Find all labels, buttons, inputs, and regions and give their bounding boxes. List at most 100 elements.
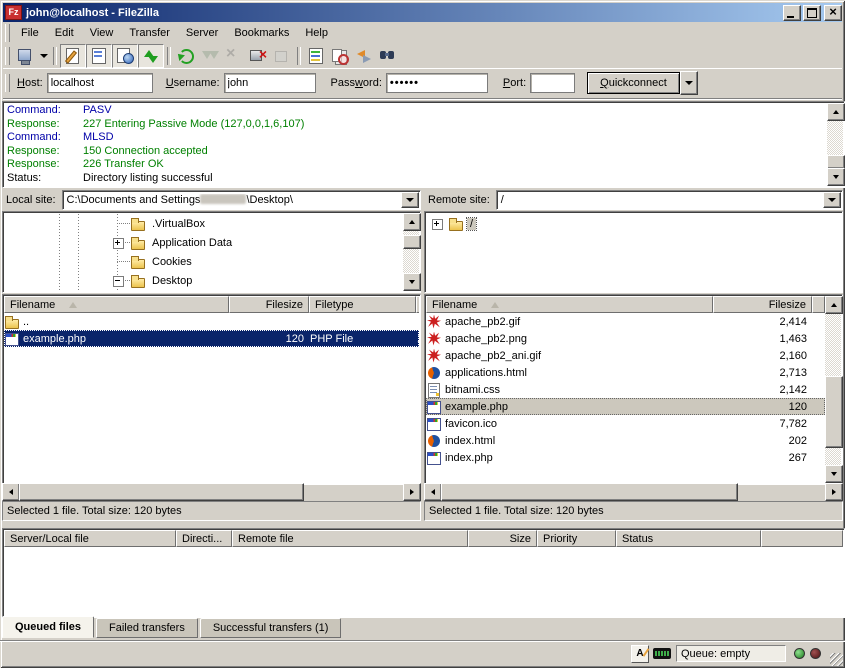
remote-site-dropdown-button[interactable]	[823, 192, 841, 208]
file-row[interactable]: apache_pb2.gif2,414	[426, 313, 825, 330]
tree-item[interactable]: Application Data	[5, 233, 418, 252]
menu-item-view[interactable]: View	[82, 25, 122, 41]
file-row[interactable]: index.html202	[426, 432, 825, 449]
refresh-button[interactable]	[174, 45, 198, 67]
queue-column-remotefile[interactable]: Remote file	[232, 530, 468, 547]
password-input[interactable]	[386, 73, 488, 93]
file-row[interactable]: applications.html2,713	[426, 364, 825, 381]
tab-queued-files[interactable]: Queued files	[2, 616, 94, 638]
column-header-filetype[interactable]: Filetype	[309, 296, 416, 313]
reconnect-button[interactable]	[270, 45, 294, 67]
file-cell-name: example.php	[4, 330, 229, 347]
toolbar-gripper[interactable]	[5, 47, 10, 65]
find-button[interactable]	[376, 45, 400, 67]
toggle-local-tree-icon	[90, 47, 108, 65]
local-file-list: FilenameFilesizeFiletypeL ..example.php1…	[2, 294, 421, 485]
file-row[interactable]: index.php267	[426, 449, 825, 466]
file-cell-text: applications.html	[445, 367, 527, 379]
menu-item-bookmarks[interactable]: Bookmarks	[226, 25, 297, 41]
remote-hscrollbar[interactable]	[424, 483, 843, 499]
file-row[interactable]: bitnami.css2,142	[426, 381, 825, 398]
file-cell-text: apache_pb2.png	[445, 333, 527, 345]
quickconnect-dropdown-button[interactable]	[680, 71, 698, 95]
close-button[interactable]	[824, 5, 842, 21]
queue-column-serverlocalfile[interactable]: Server/Local file	[4, 530, 176, 547]
tree-item[interactable]: Cookies	[5, 252, 418, 271]
transfer-type-icon[interactable]: A	[631, 645, 649, 663]
column-header-filename[interactable]: Filename	[426, 296, 713, 313]
filter-button[interactable]	[304, 45, 328, 67]
file-row[interactable]: favicon.ico7,782	[426, 415, 825, 432]
tree-item[interactable]: Desktop	[5, 271, 418, 290]
title-bar[interactable]: Fz john@localhost - FileZilla	[3, 3, 842, 22]
file-cell-text: apache_pb2.gif	[445, 316, 520, 328]
column-header-filename[interactable]: Filename	[4, 296, 229, 313]
queue-column-directi[interactable]: Directi...	[176, 530, 232, 547]
column-header-filesize[interactable]: Filesize	[229, 296, 309, 313]
port-input[interactable]	[530, 73, 575, 93]
expand-icon[interactable]	[432, 219, 443, 230]
queue-column-status[interactable]: Status	[616, 530, 761, 547]
encryption-status-icon[interactable]	[653, 648, 671, 659]
compare-button[interactable]	[328, 45, 352, 67]
toggle-message-log-button[interactable]	[60, 44, 86, 68]
disconnect-button[interactable]	[246, 45, 270, 67]
process-queue-button[interactable]	[198, 45, 222, 67]
file-row[interactable]: example.php120	[426, 398, 825, 415]
column-header-filesize[interactable]: Filesize	[713, 296, 812, 313]
menu-item-help[interactable]: Help	[297, 25, 336, 41]
quickconnect-button[interactable]: Quickconnect	[587, 72, 680, 94]
log-scrollbar[interactable]	[827, 103, 843, 186]
file-cell-name: applications.html	[426, 364, 713, 381]
file-row[interactable]: example.php120PHP File1	[4, 330, 419, 347]
password-label: Password:	[331, 77, 382, 89]
file-cell-size: 7,782	[713, 415, 812, 432]
folder-icon	[131, 217, 146, 231]
column-header-l[interactable]: L	[416, 296, 419, 313]
maximize-button[interactable]	[803, 5, 821, 21]
username-input[interactable]	[224, 73, 316, 93]
remote-list-scrollbar[interactable]	[825, 296, 841, 483]
menu-item-edit[interactable]: Edit	[47, 25, 82, 41]
site-manager-button[interactable]	[13, 45, 37, 67]
remote-tree: /	[424, 211, 843, 293]
tree-item-label: /	[467, 218, 476, 230]
transfer-queue: Server/Local fileDirecti...Remote fileSi…	[2, 528, 845, 618]
menu-item-file[interactable]: File	[13, 25, 47, 41]
toggle-transfer-queue-button[interactable]	[138, 44, 164, 68]
chevron-down-icon	[406, 198, 414, 202]
queue-column-priority[interactable]: Priority	[537, 530, 616, 547]
expand-icon[interactable]	[113, 238, 124, 249]
menubar-gripper[interactable]	[5, 24, 10, 42]
tree-item[interactable]: /	[427, 214, 840, 233]
file-row[interactable]: apache_pb2_ani.gif2,160	[426, 347, 825, 364]
menu-item-transfer[interactable]: Transfer	[121, 25, 178, 41]
quickconnect-gripper[interactable]	[5, 74, 10, 92]
toggle-remote-tree-button[interactable]	[112, 44, 138, 68]
tab-failed-transfers[interactable]: Failed transfers	[96, 618, 198, 638]
local-tree-scrollbar[interactable]	[403, 213, 419, 291]
host-input[interactable]	[47, 73, 153, 93]
local-hscrollbar[interactable]	[2, 483, 421, 499]
cancel-button[interactable]	[222, 45, 246, 67]
queue-column-size[interactable]: Size	[468, 530, 537, 547]
file-cell-text: example.php	[23, 333, 86, 345]
tree-item[interactable]: .VirtualBox	[5, 214, 418, 233]
local-site-dropdown-button[interactable]	[401, 192, 419, 208]
local-site-combo[interactable]: C:\Documents and Settings\Desktop\	[62, 190, 421, 210]
minimize-button[interactable]	[783, 5, 801, 21]
collapse-icon[interactable]	[113, 276, 124, 287]
file-row[interactable]: ..	[4, 313, 419, 330]
tab-successful-transfers-[interactable]: Successful transfers (1)	[200, 618, 342, 638]
file-row[interactable]: apache_pb2.png1,463	[426, 330, 825, 347]
toggle-local-tree-button[interactable]	[86, 44, 112, 68]
site-manager-dropdown-button[interactable]	[37, 45, 50, 67]
log-line: Response:227 Entering Passive Mode (127,…	[5, 118, 826, 132]
refresh-icon	[177, 47, 195, 65]
remote-site-combo[interactable]: /	[496, 190, 843, 210]
menu-item-server[interactable]: Server	[178, 25, 226, 41]
file-cell-text: 2,142	[779, 384, 807, 396]
sync-browse-button[interactable]	[352, 45, 376, 67]
resize-grip[interactable]	[830, 653, 843, 666]
apache-file-icon	[427, 349, 442, 363]
